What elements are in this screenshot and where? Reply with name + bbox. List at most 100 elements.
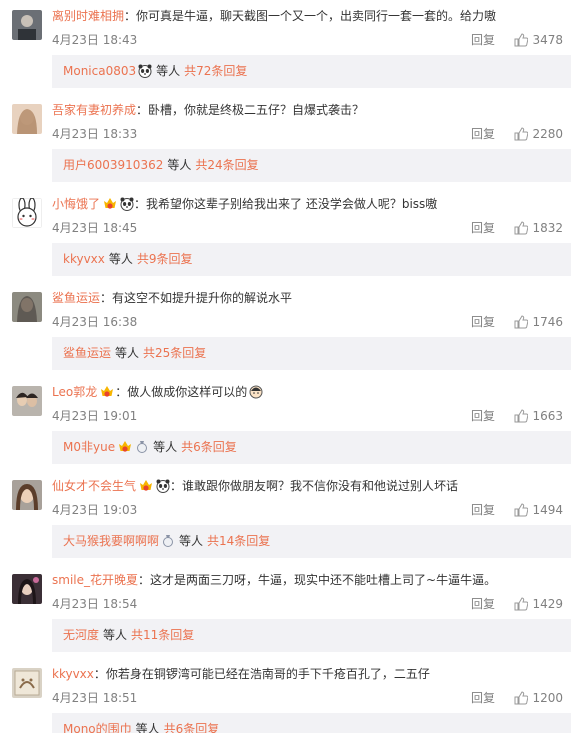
reply-total-link[interactable]: 共6条回复 [181, 440, 237, 454]
colon: ： [124, 9, 137, 23]
avatar[interactable] [12, 668, 42, 698]
comment-item: 鲨鱼运运：有这空不如提升提升你的解说水平 4月23日 16:38 回复 1746… [0, 282, 583, 376]
reply-button[interactable]: 回复 [471, 125, 495, 143]
username-link[interactable]: Leo郭龙 [52, 385, 97, 399]
colon: ： [170, 479, 183, 493]
reply-total-link[interactable]: 共24条回复 [195, 158, 258, 172]
reply-summary-bar[interactable]: M0非yue 等人 共6条回复 [52, 431, 571, 464]
comment-text: 我希望你这辈子别给我出来了 还没学会做人呢？biss嗷 [146, 197, 438, 211]
reply-others-label: 等人 [115, 346, 140, 360]
avatar[interactable] [12, 574, 42, 604]
reply-username-link[interactable]: 大马猴我要啊啊啊 [63, 534, 159, 548]
comment-time: 4月23日 18:51 [52, 691, 138, 705]
like-button[interactable]: 2280 [503, 125, 563, 143]
comment-item: kkyvxx：你若身在铜锣湾可能已经在浩南哥的手下千疮百孔了，二五仔 4月23日… [0, 658, 583, 733]
avatar[interactable] [12, 104, 42, 134]
comment-text: 谁敢跟你做朋友啊？我不信你没有和他说过别人坏话 [182, 479, 459, 493]
like-count: 1663 [532, 409, 563, 423]
like-count: 3478 [532, 33, 563, 47]
like-count: 1832 [532, 221, 563, 235]
reply-button[interactable]: 回复 [471, 501, 495, 519]
like-count: 1200 [532, 691, 563, 705]
vip-crown-badge-icon [99, 384, 115, 399]
username-link[interactable]: 仙女才不会生气 [52, 479, 136, 493]
reply-summary-bar[interactable]: 无河度 等人 共11条回复 [52, 619, 571, 652]
reply-username-link[interactable]: 鲨鱼运运 [63, 346, 111, 360]
username-link[interactable]: smile_花开晚夏 [52, 573, 138, 587]
reply-username-link[interactable]: M0非yue [63, 440, 115, 454]
emoji-face-icon [249, 385, 263, 399]
reply-username-link[interactable]: kkyvxx [63, 252, 105, 266]
thumbs-up-icon [514, 691, 529, 705]
reply-total-link[interactable]: 共72条回复 [184, 64, 247, 78]
colon: ： [138, 573, 151, 587]
avatar[interactable] [12, 10, 42, 40]
avatar[interactable] [12, 480, 42, 510]
like-button[interactable]: 1429 [503, 595, 563, 613]
reply-button[interactable]: 回复 [471, 407, 495, 425]
avatar[interactable] [12, 292, 42, 322]
vip-crown-badge-icon [102, 196, 118, 211]
comment-text: 卧槽，你就是终极二五仔？自爆式袭击？ [148, 103, 365, 117]
reply-button[interactable]: 回复 [471, 31, 495, 49]
reply-others-label: 等人 [103, 628, 128, 642]
reply-total-link[interactable]: 共6条回复 [164, 722, 220, 733]
like-button[interactable]: 1663 [503, 407, 563, 425]
like-button[interactable]: 3478 [503, 31, 563, 49]
panda-emoji-icon [156, 479, 170, 493]
comment-text: 有这空不如提升提升你的解说水平 [112, 291, 293, 305]
colon: ： [115, 385, 128, 399]
like-button[interactable]: 1832 [503, 219, 563, 237]
comment-item: 吾家有妻初养成：卧槽，你就是终极二五仔？自爆式袭击？ 4月23日 18:33 回… [0, 94, 583, 188]
reply-username-link[interactable]: Monica0803 [63, 64, 136, 78]
comment-time: 4月23日 16:38 [52, 315, 138, 329]
reply-button[interactable]: 回复 [471, 595, 495, 613]
comment-text: 你可真是牛逼，聊天截图一个又一个，出卖同行一套一套的。给力嗷 [136, 9, 497, 23]
avatar[interactable] [12, 198, 42, 228]
avatar[interactable] [12, 386, 42, 416]
like-count: 1429 [532, 597, 563, 611]
vip-crown-badge-icon [117, 439, 133, 454]
colon: ： [134, 197, 147, 211]
username-link[interactable]: 离别时难相拥 [52, 9, 124, 23]
comment-item: 小悔饿了 ：我希望你这辈子别给我出来了 还没学会做人呢？biss嗷 4月23日 1… [0, 188, 583, 282]
reply-others-label: 等人 [156, 64, 181, 78]
reply-button[interactable]: 回复 [471, 689, 495, 707]
reply-total-link[interactable]: 共14条回复 [207, 534, 270, 548]
thumbs-up-icon [514, 127, 529, 141]
comment-text: 你若身在铜锣湾可能已经在浩南哥的手下千疮百孔了，二五仔 [105, 667, 430, 681]
reply-summary-bar[interactable]: 大马猴我要啊啊啊 等人 共14条回复 [52, 525, 571, 558]
like-count: 1494 [532, 503, 563, 517]
reply-summary-bar[interactable]: kkyvxx 等人 共9条回复 [52, 243, 571, 276]
reply-button[interactable]: 回复 [471, 219, 495, 237]
like-button[interactable]: 1200 [503, 689, 563, 707]
panda-emoji-icon [138, 64, 152, 78]
comment-item: 离别时难相拥：你可真是牛逼，聊天截图一个又一个，出卖同行一套一套的。给力嗷 4月… [0, 0, 583, 94]
reply-summary-bar[interactable]: 用户6003910362 等人 共24条回复 [52, 149, 571, 182]
like-count: 2280 [532, 127, 563, 141]
username-link[interactable]: kkyvxx [52, 667, 94, 681]
reply-username-link[interactable]: 用户6003910362 [63, 158, 163, 172]
username-link[interactable]: 吾家有妻初养成 [52, 103, 136, 117]
thumbs-up-icon [514, 221, 529, 235]
reply-summary-bar[interactable]: Monica0803 等人 共72条回复 [52, 55, 571, 88]
medal-icon [161, 534, 175, 548]
reply-summary-bar[interactable]: 鲨鱼运运 等人 共25条回复 [52, 337, 571, 370]
like-count: 1746 [532, 315, 563, 329]
reply-username-link[interactable]: Mono的围巾 [63, 722, 132, 733]
vip-crown-badge-icon [138, 478, 154, 493]
username-link[interactable]: 鲨鱼运运 [52, 291, 100, 305]
like-button[interactable]: 1746 [503, 313, 563, 331]
reply-username-link[interactable]: 无河度 [63, 628, 99, 642]
reply-button[interactable]: 回复 [471, 313, 495, 331]
like-button[interactable]: 1494 [503, 501, 563, 519]
reply-others-label: 等人 [135, 722, 160, 733]
reply-summary-bar[interactable]: Mono的围巾 等人 共6条回复 [52, 713, 571, 733]
username-link[interactable]: 小悔饿了 [52, 197, 100, 211]
reply-others-label: 等人 [108, 252, 133, 266]
reply-total-link[interactable]: 共11条回复 [131, 628, 194, 642]
thumbs-up-icon [514, 597, 529, 611]
reply-total-link[interactable]: 共9条回复 [137, 252, 193, 266]
reply-others-label: 等人 [179, 534, 204, 548]
reply-total-link[interactable]: 共25条回复 [143, 346, 206, 360]
